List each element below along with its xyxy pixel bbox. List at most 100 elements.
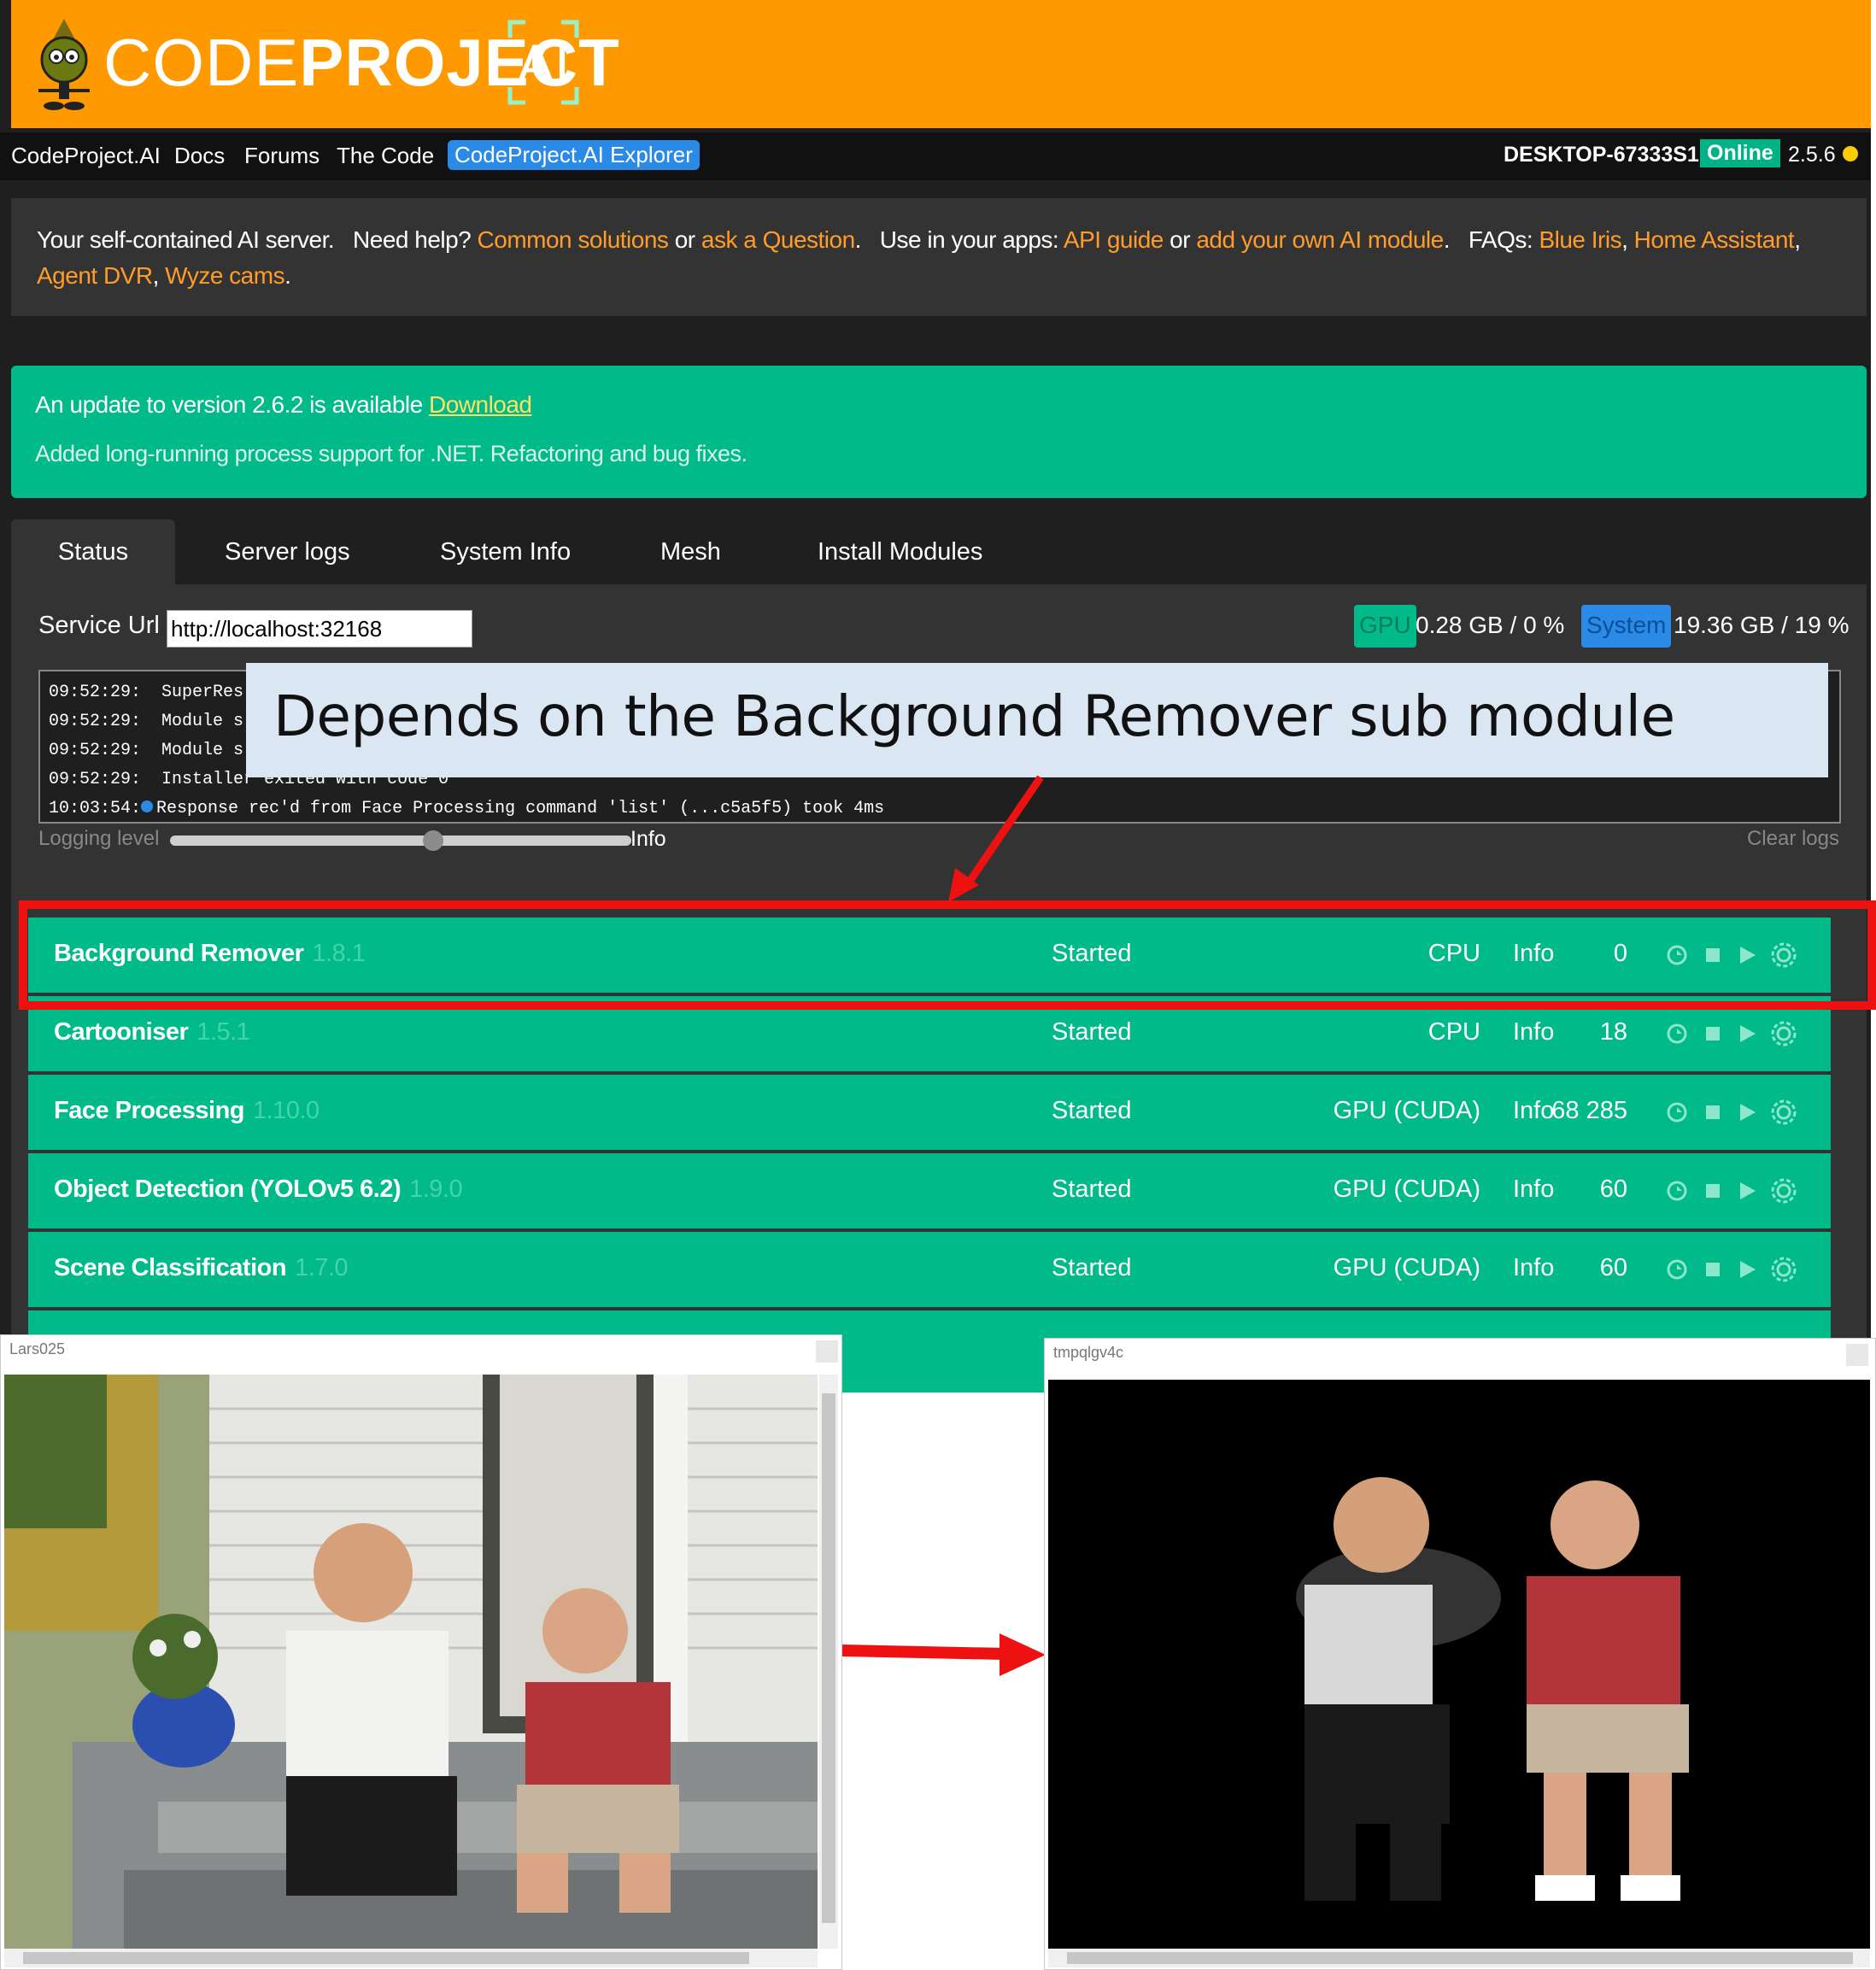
horizontal-scrollbar[interactable]: [1048, 1949, 1870, 1967]
update-text: An update to version 2.6.2 is available: [35, 391, 423, 418]
module-name-cell: Face Processing 1.10.0: [54, 1097, 320, 1125]
nav-link-docs[interactable]: Docs: [174, 143, 225, 169]
module-processor: GPU (CUDA): [1333, 1254, 1480, 1281]
module-row-object-detection[interactable]: Object Detection (YOLOv5 6.2) 1.9.0 Start…: [28, 1153, 1831, 1228]
tab-status[interactable]: Status: [11, 519, 175, 584]
gear-icon[interactable]: [1769, 1176, 1798, 1205]
help-text: .: [854, 226, 862, 253]
original-photo: [4, 1375, 818, 1949]
stop-icon[interactable]: [1701, 1022, 1725, 1046]
add-module-link[interactable]: add your own AI module: [1196, 226, 1444, 253]
nav-link-codeproject-ai[interactable]: CodeProject.AI: [11, 143, 161, 169]
logging-level-slider[interactable]: [170, 830, 631, 851]
tab-install-modules[interactable]: Install Modules: [818, 519, 982, 584]
play-icon[interactable]: [1735, 1179, 1759, 1203]
module-version: 1.9.0: [409, 1176, 463, 1203]
ask-question-link[interactable]: ask a Question: [701, 226, 855, 253]
background-removed-photo: [1048, 1380, 1870, 1949]
vertical-scrollbar[interactable]: [819, 1375, 838, 1949]
system-usage: 19.36 GB / 19 %: [1674, 612, 1850, 638]
gpu-badge: GPU: [1354, 605, 1416, 648]
home-assistant-link[interactable]: Home Assistant: [1634, 226, 1795, 253]
stop-icon[interactable]: [1701, 1258, 1725, 1281]
nav-link-explorer[interactable]: CodeProject.AI Explorer: [448, 140, 700, 170]
module-name-cell: Cartooniser 1.5.1: [54, 1018, 250, 1047]
info-dot-icon: [141, 800, 154, 812]
common-solutions-link[interactable]: Common solutions: [478, 226, 669, 253]
scroll-thumb[interactable]: [822, 1393, 835, 1923]
help-text: or: [1170, 226, 1191, 253]
stop-icon[interactable]: [1701, 1179, 1725, 1203]
restart-icon[interactable]: [1665, 1179, 1689, 1203]
blue-iris-link[interactable]: Blue Iris: [1539, 226, 1621, 253]
module-info-link[interactable]: Info: [1513, 1018, 1554, 1047]
module-name: Face Processing: [54, 1097, 245, 1124]
tab-server-logs[interactable]: Server logs: [225, 519, 350, 584]
play-icon[interactable]: [1735, 1100, 1759, 1124]
module-request-count: 68 285: [1551, 1097, 1627, 1124]
tab-system-info[interactable]: System Info: [440, 519, 571, 584]
help-text: ,: [1621, 226, 1628, 253]
module-name: Scene Classification: [54, 1254, 287, 1281]
image-window-result: tmpqlgv4c: [1044, 1338, 1876, 1970]
gear-icon[interactable]: [1769, 1255, 1798, 1284]
annotation-callout: Depends on the Background Remover sub mo…: [246, 663, 1828, 777]
module-name: Cartooniser: [54, 1018, 189, 1046]
help-text: Need help?: [353, 226, 472, 253]
module-row-scene-classification[interactable]: Scene Classification 1.7.0 Started GPU (C…: [28, 1232, 1831, 1307]
help-text: or: [674, 226, 695, 253]
nav-link-the-code[interactable]: The Code: [337, 143, 434, 169]
service-url-input[interactable]: http://localhost:32168: [167, 610, 472, 648]
window-title: tmpqlgv4c: [1053, 1344, 1124, 1361]
play-icon[interactable]: [1735, 1022, 1759, 1046]
horizontal-scrollbar[interactable]: [4, 1949, 818, 1967]
slider-handle[interactable]: [423, 830, 443, 851]
module-status: Started: [1052, 1097, 1132, 1124]
clear-logs-button[interactable]: Clear logs: [1747, 827, 1839, 851]
scroll-thumb[interactable]: [1067, 1952, 1853, 1964]
restart-icon[interactable]: [1665, 1100, 1689, 1124]
help-text: Use in your apps:: [879, 226, 1059, 253]
module-status: Started: [1052, 1018, 1132, 1046]
wyze-cams-link[interactable]: Wyze cams: [165, 262, 284, 289]
logging-level-value: Info: [630, 827, 666, 851]
module-status: Started: [1052, 1176, 1132, 1203]
image-window-original: Lars025: [0, 1334, 842, 1970]
nav-link-forums[interactable]: Forums: [244, 143, 320, 169]
module-request-count: 60: [1599, 1176, 1627, 1203]
log-line: 10:03:54: Response rec'd from Face Proces…: [49, 794, 1831, 822]
play-icon[interactable]: [1735, 1258, 1759, 1281]
gpu-usage: 0.28 GB / 0 %: [1416, 612, 1565, 638]
api-guide-link[interactable]: API guide: [1064, 226, 1164, 253]
original-photo-image: [4, 1375, 818, 1949]
system-badge: System: [1581, 605, 1672, 648]
help-text: ,: [152, 262, 160, 289]
download-link[interactable]: Download: [429, 391, 532, 418]
theme-toggle-icon[interactable]: [1843, 146, 1858, 161]
gear-icon[interactable]: [1769, 1098, 1798, 1127]
update-notes: Added long-running process support for .…: [35, 441, 747, 466]
module-info-link[interactable]: Info: [1513, 1254, 1554, 1282]
module-request-count: 18: [1599, 1018, 1627, 1046]
module-processor: GPU (CUDA): [1333, 1097, 1480, 1124]
help-text: Your self-contained AI server.: [37, 226, 335, 253]
module-info-link[interactable]: Info: [1513, 1097, 1554, 1125]
module-status: Started: [1052, 1254, 1132, 1281]
module-processor: CPU: [1428, 1018, 1480, 1046]
restart-icon[interactable]: [1665, 1022, 1689, 1046]
close-icon[interactable]: [816, 1340, 838, 1363]
gear-icon[interactable]: [1769, 1019, 1798, 1048]
module-info-link[interactable]: Info: [1513, 1176, 1554, 1204]
module-row-face-processing[interactable]: Face Processing 1.10.0 Started GPU (CUDA)…: [28, 1075, 1831, 1150]
restart-icon[interactable]: [1665, 1258, 1689, 1281]
service-url-label: Service Url: [38, 612, 160, 639]
help-banner: Your self-contained AI server. Need help…: [11, 198, 1867, 316]
host-name: DESKTOP-67333S1: [1504, 143, 1699, 167]
tab-mesh[interactable]: Mesh: [660, 519, 721, 584]
scroll-thumb[interactable]: [23, 1952, 749, 1964]
stop-icon[interactable]: [1701, 1100, 1725, 1124]
close-icon[interactable]: [1846, 1344, 1868, 1366]
mascot-logo-icon: [38, 19, 90, 110]
agent-dvr-link[interactable]: Agent DVR: [37, 262, 153, 289]
background-removed-image: [1048, 1380, 1870, 1949]
